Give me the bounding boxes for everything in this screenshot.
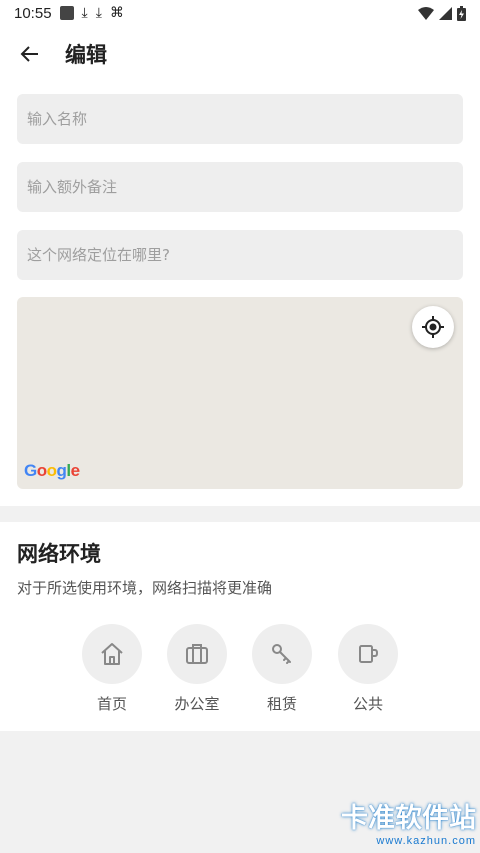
env-option-label: 公共 xyxy=(352,695,383,713)
google-logo: Google xyxy=(24,461,80,480)
battery-charging-icon xyxy=(457,5,466,21)
back-button[interactable] xyxy=(15,39,45,69)
env-option-rental[interactable]: 租赁 xyxy=(242,624,322,714)
key-icon xyxy=(272,644,291,664)
env-option-circle xyxy=(167,624,227,684)
note-field-container xyxy=(17,162,463,212)
my-location-button[interactable] xyxy=(412,306,454,348)
watermark-text: 卡准软件站 xyxy=(341,803,476,834)
name-field-container xyxy=(17,94,463,144)
stop-icon xyxy=(59,6,74,20)
env-option-circle xyxy=(82,624,142,684)
app-icon: ⌘ xyxy=(109,5,124,21)
signal-icon xyxy=(439,6,452,20)
env-option-circle xyxy=(252,624,312,684)
env-option-home[interactable]: 首页 xyxy=(72,624,152,714)
wifi-icon xyxy=(418,6,434,20)
env-option-label: 办公室 xyxy=(174,695,220,713)
page-title: 编辑 xyxy=(65,43,107,67)
section-divider xyxy=(0,506,480,522)
env-option-label: 租赁 xyxy=(266,695,297,713)
location-input[interactable] xyxy=(27,246,453,264)
note-input[interactable] xyxy=(27,178,453,196)
status-bar: 10:55 ⤓ ⤓ ⌘ xyxy=(0,0,480,26)
environment-title: 网络环境 xyxy=(17,542,101,566)
env-option-public[interactable]: 公共 xyxy=(328,624,408,714)
env-option-office[interactable]: 办公室 xyxy=(157,624,237,714)
watermark-url: www.kazhun.com xyxy=(376,835,476,847)
coffee-cup-icon xyxy=(359,645,379,663)
app-bar: 编辑 xyxy=(0,26,480,82)
download-icon: ⤓ xyxy=(95,5,102,21)
location-field-container xyxy=(17,230,463,280)
env-option-label: 首页 xyxy=(96,695,127,713)
arrow-left-icon xyxy=(20,46,38,62)
name-input[interactable] xyxy=(27,110,453,128)
download-icon: ⤓ xyxy=(81,5,88,21)
watermark: 卡准软件站 www.kazhun.com xyxy=(341,796,476,847)
bottom-area: 卡准软件站 www.kazhun.com xyxy=(0,731,480,853)
map-view[interactable]: Google xyxy=(17,297,463,489)
environment-subtitle: 对于所选使用环境，网络扫描将更准确 xyxy=(17,579,273,597)
status-time: 10:55 xyxy=(14,4,52,22)
briefcase-icon xyxy=(186,644,208,664)
env-option-circle xyxy=(338,624,398,684)
my-location-icon xyxy=(422,316,444,338)
home-icon xyxy=(101,643,123,665)
